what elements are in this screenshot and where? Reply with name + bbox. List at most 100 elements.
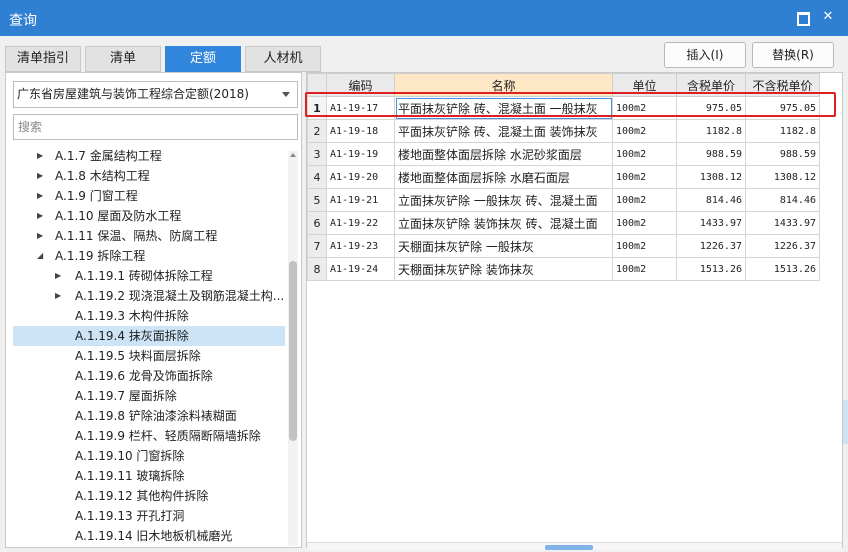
cell-notax-price[interactable]: 1433.97 <box>745 211 820 235</box>
cell-tax-price[interactable]: 1308.12 <box>676 165 746 189</box>
search-input[interactable] <box>13 114 298 140</box>
cell-name[interactable]: 天棚面抹灰铲除 一般抹灰 <box>394 234 613 258</box>
expand-arrow-icon[interactable]: ▶ <box>37 206 47 226</box>
horizontal-scrollbar[interactable] <box>307 542 842 550</box>
tree-item[interactable]: ▶ A.1.11 保温、隔热、防腐工程 <box>13 226 285 246</box>
replace-button[interactable]: 替换(R) <box>752 42 834 68</box>
cell-tax-price[interactable]: 1226.37 <box>676 234 746 258</box>
cell-name[interactable]: 楼地面整体面层拆除 水泥砂浆面层 <box>394 142 613 166</box>
cell-notax-price[interactable]: 1513.26 <box>745 257 820 281</box>
column-header-code[interactable]: 编码 <box>326 73 395 97</box>
cell-notax-price[interactable]: 975.05 <box>745 96 820 120</box>
cell-tax-price[interactable]: 814.46 <box>676 188 746 212</box>
tree-item[interactable]: A.1.19.12 其他构件拆除 <box>13 486 285 506</box>
cell-name[interactable]: 立面抹灰铲除 装饰抹灰 砖、混凝土面 <box>394 211 613 235</box>
tree-item[interactable]: A.1.19.3 木构件拆除 <box>13 306 285 326</box>
cell-unit[interactable]: 100m2 <box>612 188 677 212</box>
tree-item[interactable]: A.1.19.4 抹灰面拆除 <box>13 326 285 346</box>
table-row[interactable]: 5 A1-19-21 立面抹灰铲除 一般抹灰 砖、混凝土面 100m2 814.46 81… <box>307 188 820 212</box>
column-header-tax-price[interactable]: 含税单价 <box>676 73 746 97</box>
row-index[interactable]: 7 <box>307 234 327 258</box>
cell-notax-price[interactable]: 814.46 <box>745 188 820 212</box>
tree-item[interactable]: ▶ A.1.19.2 现浇混凝土及钢筋混凝土构... <box>13 286 285 306</box>
row-index[interactable]: 1 <box>307 96 327 120</box>
expand-arrow-icon[interactable]: ▶ <box>37 146 47 166</box>
cell-name[interactable]: 平面抹灰铲除 砖、混凝土面 一般抹灰 <box>394 96 613 120</box>
cell-code[interactable]: A1-19-17 <box>326 96 395 120</box>
cell-code[interactable]: A1-19-20 <box>326 165 395 189</box>
cell-code[interactable]: A1-19-21 <box>326 188 395 212</box>
table-row[interactable]: 2 A1-19-18 平面抹灰铲除 砖、混凝土面 装饰抹灰 100m2 1182.8 11… <box>307 119 820 143</box>
row-index[interactable]: 6 <box>307 211 327 235</box>
cell-name[interactable]: 立面抹灰铲除 一般抹灰 砖、混凝土面 <box>394 188 613 212</box>
scroll-grip[interactable] <box>545 545 593 550</box>
cell-tax-price[interactable]: 1513.26 <box>676 257 746 281</box>
cell-notax-price[interactable]: 988.59 <box>745 142 820 166</box>
cell-name[interactable]: 平面抹灰铲除 砖、混凝土面 装饰抹灰 <box>394 119 613 143</box>
cell-name[interactable]: 天棚面抹灰铲除 装饰抹灰 <box>394 257 613 281</box>
tree-item[interactable]: ▶ A.1.8 木结构工程 <box>13 166 285 186</box>
tree-item[interactable]: A.1.19.7 屋面拆除 <box>13 386 285 406</box>
row-index[interactable]: 5 <box>307 188 327 212</box>
table-row[interactable]: 7 A1-19-23 天棚面抹灰铲除 一般抹灰 100m2 1226.37 1226.37 <box>307 234 820 258</box>
tree-item[interactable]: A.1.19.13 开孔打洞 <box>13 506 285 526</box>
cell-code[interactable]: A1-19-23 <box>326 234 395 258</box>
expanded-arrow-icon[interactable]: ◢ <box>37 246 47 266</box>
cell-code[interactable]: A1-19-18 <box>326 119 395 143</box>
cell-code[interactable]: A1-19-19 <box>326 142 395 166</box>
maximize-icon[interactable] <box>794 9 810 26</box>
cell-notax-price[interactable]: 1308.12 <box>745 165 820 189</box>
column-header-notax-price[interactable]: 不含税单价 <box>745 73 820 97</box>
tree-item[interactable]: A.1.19.5 块料面层拆除 <box>13 346 285 366</box>
tree-item[interactable]: A.1.19.6 龙骨及饰面拆除 <box>13 366 285 386</box>
tree-item[interactable]: A.1.19.9 栏杆、轻质隔断隔墙拆除 <box>13 426 285 446</box>
tree-item[interactable]: ▶ A.1.10 屋面及防水工程 <box>13 206 285 226</box>
cell-unit[interactable]: 100m2 <box>612 165 677 189</box>
expand-arrow-icon[interactable]: ▶ <box>55 266 65 286</box>
scrollbar-thumb[interactable] <box>289 261 297 441</box>
expand-arrow-icon[interactable]: ▶ <box>55 286 65 306</box>
cell-code[interactable]: A1-19-22 <box>326 211 395 235</box>
table-row[interactable]: 3 A1-19-19 楼地面整体面层拆除 水泥砂浆面层 100m2 988.59 988.… <box>307 142 820 166</box>
cell-tax-price[interactable]: 988.59 <box>676 142 746 166</box>
expand-arrow-icon[interactable]: ▶ <box>37 166 47 186</box>
tree-item[interactable]: ▶ A.1.7 金属结构工程 <box>13 146 285 166</box>
tree-item[interactable]: A.1.19.10 门窗拆除 <box>13 446 285 466</box>
row-index[interactable]: 2 <box>307 119 327 143</box>
row-index[interactable]: 4 <box>307 165 327 189</box>
cell-unit[interactable]: 100m2 <box>612 234 677 258</box>
row-index[interactable]: 3 <box>307 142 327 166</box>
table-row[interactable]: 6 A1-19-22 立面抹灰铲除 装饰抹灰 砖、混凝土面 100m2 1433.97 1… <box>307 211 820 235</box>
cell-unit[interactable]: 100m2 <box>612 96 677 120</box>
cell-name[interactable]: 楼地面整体面层拆除 水磨石面层 <box>394 165 613 189</box>
tree-item[interactable]: A.1.19.14 旧木地板机械磨光 <box>13 526 285 546</box>
tab-norm[interactable]: 定额 <box>165 46 241 72</box>
cell-notax-price[interactable]: 1226.37 <box>745 234 820 258</box>
tree-item[interactable]: ◢ A.1.19 拆除工程 <box>13 246 285 266</box>
tree-scrollbar[interactable] <box>288 151 298 546</box>
cell-tax-price[interactable]: 1433.97 <box>676 211 746 235</box>
tree-item[interactable]: A.1.19.8 铲除油漆涂料裱糊面 <box>13 406 285 426</box>
row-index[interactable]: 8 <box>307 257 327 281</box>
cell-unit[interactable]: 100m2 <box>612 142 677 166</box>
cell-code[interactable]: A1-19-24 <box>326 257 395 281</box>
tab-bill-guide[interactable]: 清单指引 <box>5 46 81 72</box>
insert-button[interactable]: 插入(I) <box>664 42 746 68</box>
tab-labor-material-machine[interactable]: 人材机 <box>245 46 321 72</box>
close-icon[interactable]: ✕ <box>820 9 836 25</box>
tree-item[interactable]: ▶ A.1.9 门窗工程 <box>13 186 285 206</box>
tree-item[interactable]: A.1.19.11 玻璃拆除 <box>13 466 285 486</box>
cell-tax-price[interactable]: 1182.8 <box>676 119 746 143</box>
column-header-name[interactable]: 名称 <box>394 73 613 97</box>
table-row[interactable]: 8 A1-19-24 天棚面抹灰铲除 装饰抹灰 100m2 1513.26 1513.26 <box>307 257 820 281</box>
cell-unit[interactable]: 100m2 <box>612 257 677 281</box>
cell-unit[interactable]: 100m2 <box>612 119 677 143</box>
tree-item[interactable]: ▶ A.1.19.1 砖砌体拆除工程 <box>13 266 285 286</box>
table-row[interactable]: 1 A1-19-17 平面抹灰铲除 砖、混凝土面 一般抹灰 100m2 975.05 97… <box>307 96 820 120</box>
cell-unit[interactable]: 100m2 <box>612 211 677 235</box>
expand-arrow-icon[interactable]: ▶ <box>37 226 47 246</box>
scroll-up-icon[interactable] <box>290 153 296 157</box>
cell-tax-price[interactable]: 975.05 <box>676 96 746 120</box>
cell-notax-price[interactable]: 1182.8 <box>745 119 820 143</box>
norm-library-select[interactable]: 广东省房屋建筑与装饰工程综合定额(2018) <box>13 81 298 108</box>
